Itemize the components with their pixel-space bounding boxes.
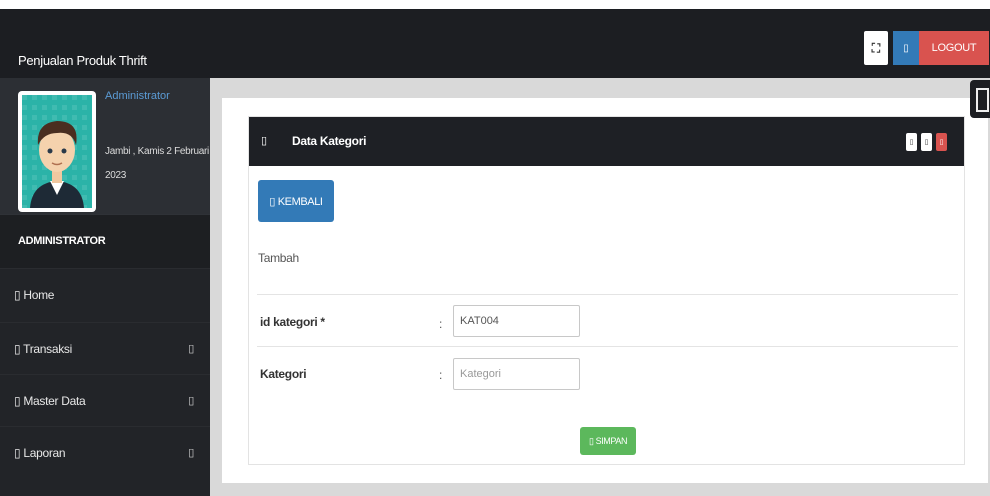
app-title[interactable]: Penjualan Produk Thrift [18,53,147,68]
panel-header: ▯ Data Kategori ▯ ▯ ▯ [249,117,964,166]
sidebar-heading: ADMINISTRATOR [0,214,210,268]
user-profile-panel: Administrator Jambi , Kamis 2 Februari 2… [0,78,210,214]
id-kategori-label: id kategori * [260,315,325,329]
colon-separator: : [439,368,443,382]
chevron-icon: ▯ [188,395,194,407]
kategori-label: Kategori [260,367,307,381]
sidebar-item-label: ▯ Transaksi [14,342,72,356]
chevron-icon: ▯ [188,447,194,459]
settings-panel-toggle[interactable] [970,80,990,118]
colon-separator: : [439,317,443,331]
data-kategori-panel: ▯ Data Kategori ▯ ▯ ▯ ▯ KEMBALI Tambah i… [248,116,965,465]
panel-title: Data Kategori [292,134,367,148]
id-kategori-input[interactable] [453,305,580,337]
save-button[interactable]: ▯ SIMPAN [580,427,636,455]
back-button[interactable]: ▯ KEMBALI [258,180,334,222]
chevron-icon: ▯ [188,343,194,355]
kategori-input[interactable] [453,358,580,390]
form-subtitle: Tambah [258,251,299,265]
sidebar: Administrator Jambi , Kamis 2 Februari 2… [0,78,210,496]
sidebar-item-laporan[interactable]: ▯ Laporan ▯ [0,426,210,478]
avatar [18,91,96,212]
panel-icon: ▯ [261,135,268,147]
sidebar-item-label: ▯ Master Data [14,394,86,408]
avatar-image [22,95,92,208]
sidebar-item-transaksi[interactable]: ▯ Transaksi ▯ [0,322,210,374]
collapse-button[interactable]: ▯ [906,133,917,151]
user-icon: ▯ [903,42,909,54]
sidebar-item-label: ▯ Home [14,288,55,302]
fullscreen-toggle-button[interactable]: ⛶ [864,31,888,65]
maximize-button[interactable]: ▯ [921,133,932,151]
logout-button[interactable]: LOGOUT [919,31,989,65]
sidebar-item-label: ▯ Laporan [14,446,66,460]
top-navbar: Penjualan Produk Thrift ⛶ ▯ LOGOUT [0,0,990,78]
close-button[interactable]: ▯ [936,133,947,151]
divider [257,294,958,295]
role-link[interactable]: Administrator [105,90,170,102]
user-button[interactable]: ▯ [893,31,919,65]
sidebar-item-home[interactable]: ▯ Home [0,268,210,320]
expand-icon: ⛶ [871,40,881,55]
divider [257,346,958,347]
current-date: Jambi , Kamis 2 Februari 2023 [105,146,209,181]
sidebar-item-master-data[interactable]: ▯ Master Data ▯ [0,374,210,426]
